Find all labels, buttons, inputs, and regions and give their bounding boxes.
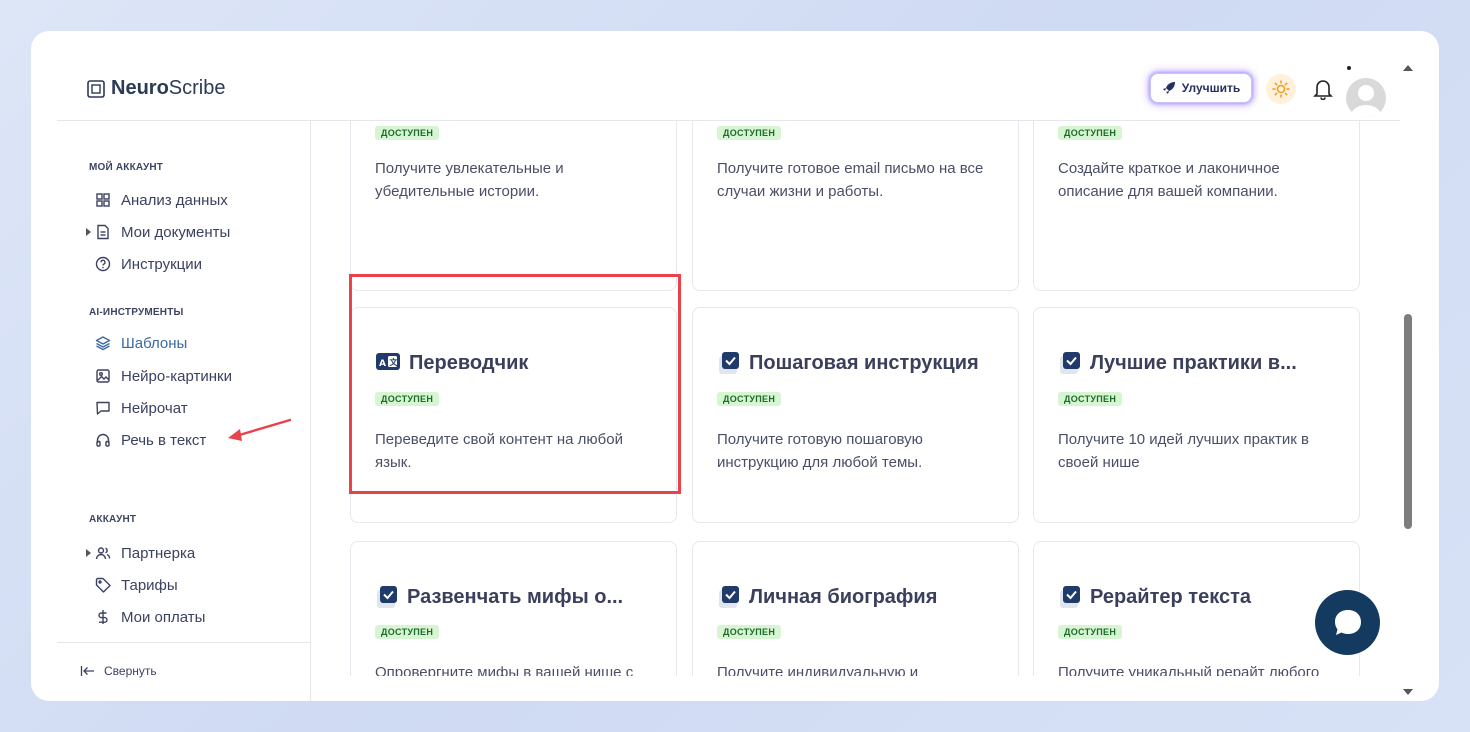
status-badge: ДОСТУПЕН [1058,392,1123,406]
checkbox-icon [719,586,739,608]
card-description: Получите готовое email письмо на все слу… [717,160,984,200]
collapse-sidebar-button[interactable]: Свернуть [80,664,157,678]
bell-icon[interactable] [1313,78,1333,100]
user-icon [1351,85,1381,118]
tag-icon [95,577,111,593]
checkbox-icon [377,586,397,608]
card-description: Получите индивидуальную и привлекательну… [717,664,919,676]
upgrade-button[interactable]: Улучшить [1150,73,1252,103]
checkbox-icon [719,352,739,374]
template-card-step-by-step[interactable]: Пошаговая инструкция ДОСТУПЕН Получите г… [692,307,1019,523]
sidebar-item-data-analysis[interactable]: Анализ данных [95,189,228,211]
template-card-translator[interactable]: A 文 Переводчик ДОСТУПЕН Переведите свой … [350,307,677,523]
svg-text:A: A [379,359,386,369]
card-title: Рерайтер текста [1058,584,1251,610]
expand-caret-icon[interactable] [86,228,91,236]
theme-toggle-button[interactable] [1266,74,1296,104]
section-title-ai-tools: AI-ИНСТРУМЕНТЫ [89,307,184,318]
card-description: Переведите свой контент на любой язык. [375,431,623,471]
help-circle-icon [95,256,111,272]
template-card[interactable]: ДОСТУПЕН Получите готовое email письмо н… [692,121,1019,291]
section-title-account: АККАУНТ [89,514,137,525]
top-bar: Neuro Scribe Улучшить [57,31,1400,121]
sidebar-item-instructions[interactable]: Инструкции [95,253,202,275]
scroll-down-arrow-icon[interactable] [1403,689,1413,695]
avatar[interactable] [1346,78,1386,118]
template-card-debunk-myths[interactable]: Развенчать мифы о... ДОСТУПЕН Опровергни… [350,541,677,676]
template-card-biography[interactable]: Личная биография ДОСТУПЕН Получите индив… [692,541,1019,676]
checkbox-icon [1060,352,1080,374]
card-title: Развенчать мифы о... [375,584,623,610]
support-chat-button[interactable] [1315,590,1380,655]
layers-icon [95,336,111,351]
sidebar-item-partner[interactable]: Партнерка [95,542,195,564]
card-description: Получите уникальный рерайт любого текста [1058,664,1320,676]
sidebar-item-neurochat[interactable]: Нейрочат [95,397,188,419]
headphones-icon [96,433,110,447]
collapse-arrow-icon [80,666,94,676]
app-window: Neuro Scribe Улучшить МОЙ АККАУНТ Анализ… [31,31,1439,701]
status-badge: ДОСТУПЕН [375,625,440,639]
template-card-best-practices[interactable]: Лучшие практики в... ДОСТУПЕН Получите 1… [1033,307,1360,523]
card-title: Личная биография [717,584,937,610]
sidebar-item-speech-to-text[interactable]: Речь в текст [95,429,206,451]
template-card[interactable]: ДОСТУПЕН Создайте краткое и лаконичное о… [1033,121,1360,291]
status-badge: ДОСТУПЕН [1058,126,1123,140]
status-badge: ДОСТУПЕН [375,126,440,140]
sidebar: МОЙ АККАУНТ Анализ данных Мои документы … [57,121,311,701]
checkbox-icon [1060,586,1080,608]
chat-bubble-icon [96,401,110,415]
card-description: Получите 10 идей лучших практик в своей … [1058,431,1309,471]
sidebar-item-templates[interactable]: Шаблоны [95,332,187,354]
status-badge: ДОСТУПЕН [717,126,782,140]
sidebar-divider [57,642,311,643]
sidebar-item-my-documents[interactable]: Мои документы [95,221,230,243]
template-card[interactable]: ДОСТУПЕН Получите увлекательные и убедит… [350,121,677,291]
document-icon [97,224,109,240]
card-description: Получите готовую пошаговую инструкцию дл… [717,431,923,471]
page-scrollbar[interactable] [1400,61,1416,701]
templates-grid: ДОСТУПЕН Получите увлекательные и убедит… [312,121,1400,676]
status-badge: ДОСТУПЕН [1058,625,1123,639]
rocket-icon [1162,82,1175,94]
scrollbar-thumb[interactable] [1404,314,1412,529]
expand-caret-icon[interactable] [86,549,91,557]
chat-icon [1334,609,1361,635]
status-badge: ДОСТУПЕН [717,625,782,639]
image-icon [96,369,110,383]
sidebar-item-my-payments[interactable]: Мои оплаты [95,606,205,628]
card-title: A 文 Переводчик [375,350,528,376]
card-title: Пошаговая инструкция [717,350,979,376]
translate-icon: A 文 [376,353,400,370]
sidebar-item-neuro-images[interactable]: Нейро-картинки [95,365,232,387]
sidebar-item-tariffs[interactable]: Тарифы [95,574,178,596]
users-icon [95,547,111,560]
template-card-rewriter[interactable]: Рерайтер текста ДОСТУПЕН Получите уникал… [1033,541,1360,676]
status-badge: ДОСТУПЕН [375,392,440,406]
logo[interactable]: Neuro Scribe [87,77,226,100]
scroll-up-arrow-icon[interactable] [1403,65,1413,71]
card-description: Опровергните мифы в вашей нише с помощью… [375,664,634,676]
sun-icon [1272,80,1290,98]
notification-dot [1347,66,1351,70]
section-title-my-account: МОЙ АККАУНТ [89,162,164,173]
grid-icon [96,193,110,207]
svg-text:文: 文 [390,357,399,367]
card-description: Создайте краткое и лаконичное описание д… [1058,160,1280,200]
status-badge: ДОСТУПЕН [717,392,782,406]
annotation-arrow [228,418,292,441]
card-description: Получите увлекательные и убедительные ис… [375,160,564,200]
card-title: Лучшие практики в... [1058,350,1297,376]
logo-icon [87,79,105,98]
dollar-icon [98,610,108,624]
